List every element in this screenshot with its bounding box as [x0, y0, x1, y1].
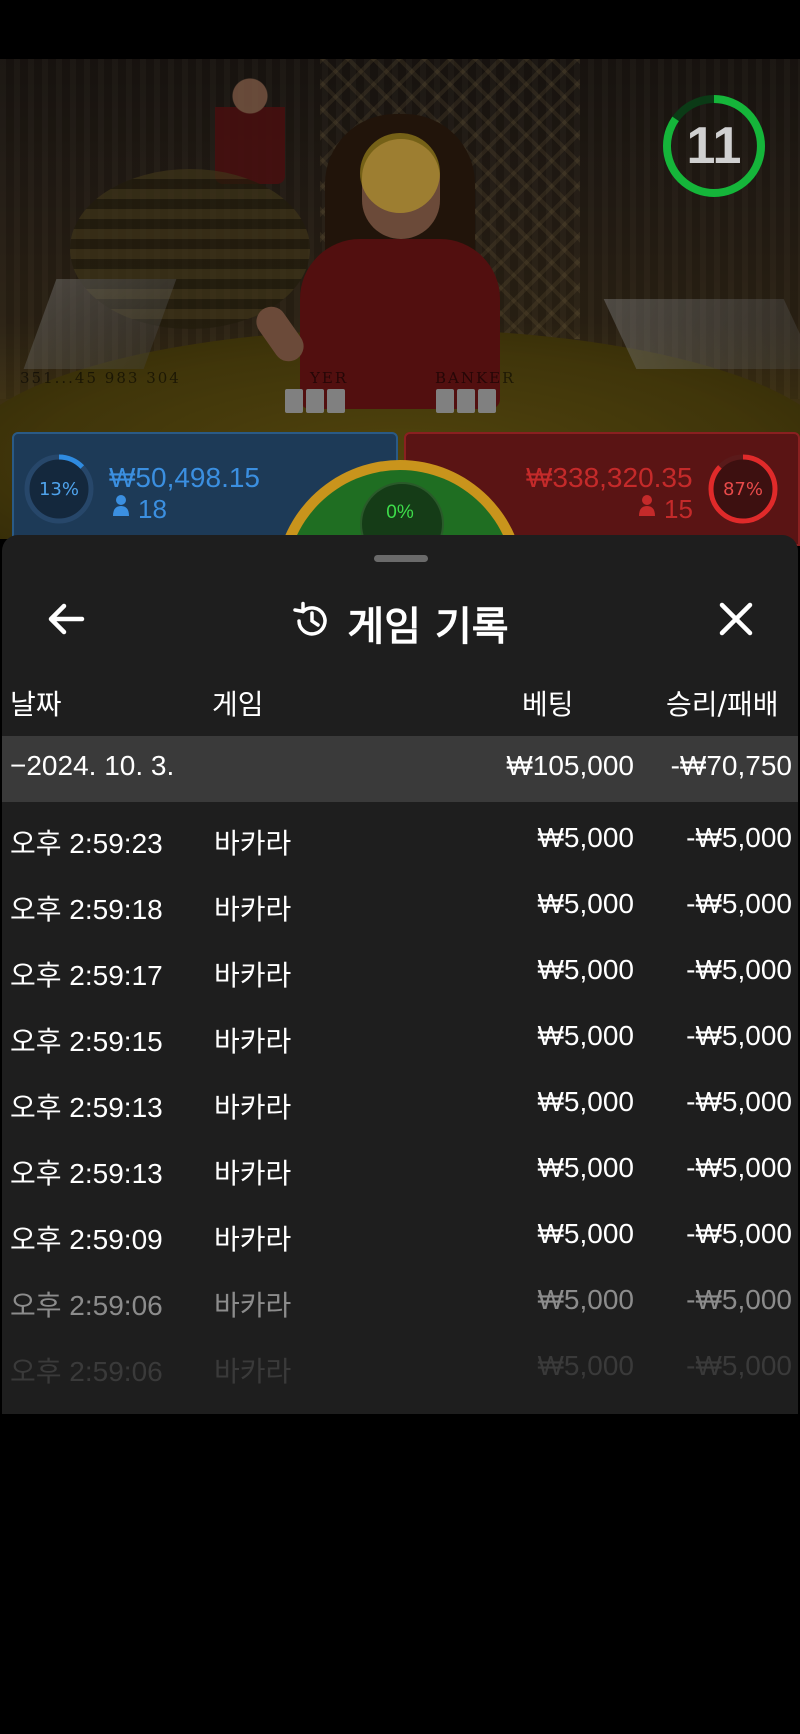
row-winloss: -₩5,000	[686, 1086, 792, 1117]
row-game: 바카라	[214, 1224, 292, 1255]
row-game: 바카라	[214, 960, 292, 991]
row-winloss: -₩5,000	[686, 822, 792, 853]
column-header-winloss: 승리/패배	[666, 688, 779, 721]
table-row[interactable]: 오후 2:59:17 바카라 ₩5,000 -₩5,000	[2, 938, 798, 1004]
table-row[interactable]: 오후 2:59:23 바카라 ₩5,000 -₩5,000	[2, 806, 798, 872]
row-game: 바카라	[214, 1290, 292, 1321]
row-winloss: -₩5,000	[686, 1218, 792, 1249]
date-group-bet: ₩105,000	[506, 750, 634, 781]
row-bet: ₩5,000	[537, 954, 635, 985]
row-bet: ₩5,000	[537, 1350, 635, 1381]
row-time: 오후 2:59:13	[10, 1158, 163, 1189]
table-row[interactable]: 오후 2:59:06 바카라 ₩5,000 -₩5,000	[2, 1334, 798, 1400]
sheet-title: 게임 기록	[347, 604, 509, 650]
history-icon	[291, 600, 333, 646]
date-group-winloss: -₩70,750	[670, 750, 792, 781]
row-bet: ₩5,000	[537, 1218, 635, 1249]
tie-pct: 0%	[386, 502, 414, 523]
row-winloss: -₩5,000	[686, 1020, 792, 1051]
banker-amount: ₩338,320.35	[526, 462, 693, 493]
column-header-date: 날짜	[10, 688, 62, 721]
row-winloss: -₩5,000	[686, 1152, 792, 1183]
highlight-marker	[360, 133, 440, 213]
row-game: 바카라	[214, 1092, 292, 1123]
drag-handle[interactable]	[374, 555, 428, 562]
row-time: 오후 2:59:17	[10, 960, 163, 991]
game-history-sheet: 게임 기록 날짜 게임 베팅 승리/패배 −2024. 10. 3. ₩105,…	[2, 535, 798, 1414]
table-row[interactable]: 오후 2:59:13 바카라 ₩5,000 -₩5,000	[2, 1070, 798, 1136]
player-pct-ring: 13%	[22, 452, 96, 526]
arrow-left-icon	[48, 603, 85, 635]
row-time: 오후 2:59:13	[10, 1092, 163, 1123]
row-bet: ₩5,000	[537, 1284, 635, 1315]
back-button[interactable]	[42, 595, 90, 643]
close-button[interactable]	[712, 595, 760, 643]
column-header-game: 게임	[212, 688, 264, 721]
date-group-label: −2024. 10. 3.	[10, 750, 175, 781]
row-winloss: -₩5,000	[686, 888, 792, 919]
timer-value: 11	[686, 117, 742, 175]
row-time: 오후 2:59:06	[10, 1356, 163, 1387]
row-game: 바카라	[214, 1158, 292, 1189]
row-game: 바카라	[214, 894, 292, 925]
row-time: 오후 2:59:09	[10, 1224, 163, 1255]
row-time: 오후 2:59:18	[10, 894, 163, 925]
banker-count-icon	[638, 492, 656, 523]
table-row[interactable]: 오후 2:59:09 바카라 ₩5,000 -₩5,000	[2, 1202, 798, 1268]
banker-pct: 87%	[722, 478, 763, 500]
row-bet: ₩5,000	[537, 1020, 635, 1051]
row-time: 오후 2:59:06	[10, 1290, 163, 1321]
close-icon	[719, 602, 753, 636]
table-row[interactable]: 오후 2:59:06 바카라 ₩5,000 -₩5,000	[2, 1268, 798, 1334]
date-group-row[interactable]: −2024. 10. 3. ₩105,000 -₩70,750	[2, 736, 798, 802]
row-game: 바카라	[214, 1026, 292, 1057]
table-row[interactable]: 오후 2:59:15 바카라 ₩5,000 -₩5,000	[2, 1004, 798, 1070]
row-bet: ₩5,000	[537, 888, 635, 919]
countdown-timer: 11	[660, 92, 768, 200]
table-row[interactable]: 오후 2:59:13 바카라 ₩5,000 -₩5,000	[2, 1136, 798, 1202]
table-row[interactable]: 오후 2:59:18 바카라 ₩5,000 -₩5,000	[2, 872, 798, 938]
title-wrap: 게임 기록	[2, 575, 798, 671]
row-bet: ₩5,000	[537, 1086, 635, 1117]
banker-count: 15	[664, 494, 693, 524]
sheet-header: 게임 기록	[2, 575, 798, 671]
row-bet: ₩5,000	[537, 1152, 635, 1183]
row-bet: ₩5,000	[537, 822, 635, 853]
row-game: 바카라	[214, 1356, 292, 1387]
banker-pct-ring: 87%	[706, 452, 780, 526]
row-time: 오후 2:59:15	[10, 1026, 163, 1057]
player-amount: ₩50,498.15	[109, 462, 260, 493]
player-count: 18	[138, 494, 167, 524]
row-winloss: -₩5,000	[686, 1350, 792, 1381]
player-pct: 13%	[38, 478, 79, 500]
player-count-icon	[112, 492, 130, 523]
row-time: 오후 2:59:23	[10, 828, 163, 859]
row-winloss: -₩5,000	[686, 954, 792, 985]
row-game: 바카라	[214, 828, 292, 859]
row-winloss: -₩5,000	[686, 1284, 792, 1315]
column-header-bet: 베팅	[522, 688, 574, 721]
